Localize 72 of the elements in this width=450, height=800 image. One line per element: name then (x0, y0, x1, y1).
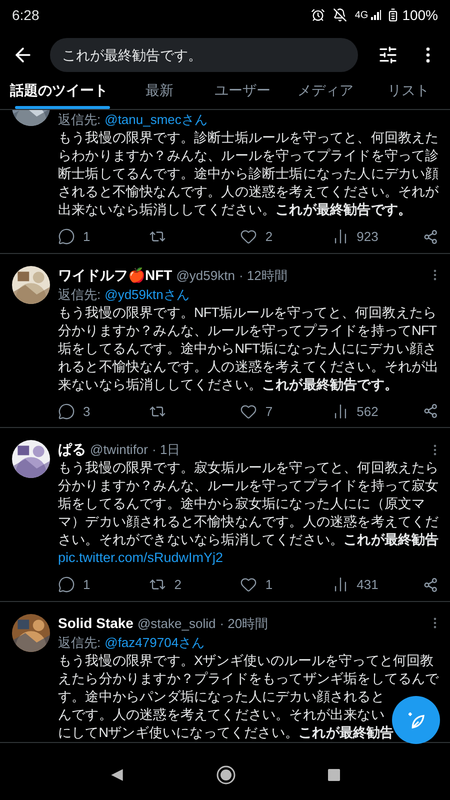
tweet-text: えたら分かりますか？プライドをもってザンギ垢をしてるんで (58, 670, 439, 688)
filter-icon[interactable] (378, 45, 398, 65)
count: 1 (83, 576, 90, 594)
author-handle: @twintifor (90, 441, 148, 459)
tweet-text: さい。それができないなら垢消してください。これが最終勧告 (58, 531, 439, 549)
tweet-text: もう我慢の限界です。寂女垢ルールを守ってと、何回教えたら (58, 459, 439, 477)
tweet-text: マ）デカい顔されると不愉快なんです。人の迷惑を考えてくだ (58, 513, 439, 531)
tweet-text: もう我慢の限界です。診断士垢ルールを守ってと、何回教えた (58, 129, 439, 147)
tweet-text: れると不愉快なんです。人の迷惑を考えてください。それが出 (58, 358, 439, 376)
share-icon[interactable] (422, 403, 438, 420)
author-name: Solid Stake (58, 614, 134, 632)
alarm-icon (310, 8, 325, 22)
tweet-text: 分かりますか？みんな、ルールを守ってプライドを持ってNFT (58, 322, 437, 340)
author-name: ワイドルフ🍎NFT (58, 266, 172, 284)
reply-label: 返信先: (58, 286, 101, 304)
author-handle: @yd59ktn (176, 266, 235, 284)
tweet-text: んです。人の迷惑を考えてください。それが出来ない (58, 706, 384, 724)
back-nav-icon[interactable] (110, 768, 124, 782)
compose-button[interactable] (392, 696, 440, 744)
author-name: ぱる (58, 440, 86, 459)
reply-icon[interactable] (58, 402, 75, 420)
tab[interactable]: 話題のツイート (0, 80, 118, 109)
post-time: · 1日 (152, 441, 180, 459)
compose-icon (406, 710, 426, 730)
tweet-text: 来ないなら垢消ししてください。これが最終勧告です。 (58, 376, 398, 394)
home-nav-icon[interactable] (216, 765, 236, 785)
tweet-text: らわかりますか？みんな、ルールを守ってプライドを守って診 (58, 147, 439, 165)
count: 7 (265, 402, 273, 420)
reply-icon[interactable] (58, 228, 75, 246)
reply-icon[interactable] (58, 576, 75, 594)
media-link[interactable]: pic.twitter.com/sRudwImYj2 (58, 549, 224, 567)
like-icon[interactable] (240, 228, 258, 246)
post-time: · 12時間 (238, 266, 288, 284)
reply-to-link[interactable]: @yd59ktnさん (104, 284, 190, 304)
reply-to-link[interactable]: @faz479704さん (104, 632, 205, 652)
post-time: · 20時間 (220, 614, 268, 632)
reply-label: 返信先: (58, 634, 101, 652)
count: 562 (356, 402, 378, 420)
count: 3 (83, 402, 90, 420)
bell-off-icon (332, 8, 347, 22)
like-icon[interactable] (240, 576, 258, 594)
tweet-text: 垢をしてるんです。途中からNFT垢になった人ににデカい顔さ (58, 340, 437, 358)
tweet-text: 分かりますか？みんな、ルールを守ってプライドを持って寂女 (58, 477, 439, 495)
count: 2 (265, 228, 273, 246)
tweet-text: す。途中からパンダ垢になった人にデカい顔されると (58, 688, 384, 706)
reply-label: 返信先: (58, 111, 101, 129)
tweet-text: 垢をしてるんです。途中から寂女垢になった人にに（原文マ (58, 495, 426, 513)
status-time: 6:28 (12, 6, 40, 24)
count: 1 (265, 576, 273, 594)
signal-icon (370, 9, 382, 21)
author-handle: @stake_solid (137, 614, 216, 632)
tweet-text: 出来ないなら垢消ししてください。これが最終勧告です。 (58, 201, 412, 219)
count: 2 (174, 576, 182, 594)
count: 923 (356, 228, 378, 246)
tweet-text: にしてNザンギ使いになってください。これが最終勧告 (58, 724, 394, 742)
tweet-text: もう我慢の限界です。Xザンギ使いのルールを守ってと何回教 (58, 652, 434, 670)
like-icon[interactable] (240, 402, 258, 420)
network-type: 4G (354, 8, 368, 22)
tab[interactable]: メディア (284, 80, 367, 109)
battery-level: 100% (402, 6, 438, 24)
tweet-text: 断士垢してるんです。途中から診断士垢になった人にデカい顔 (58, 165, 439, 183)
count: 1 (83, 228, 90, 246)
tweet-text: されると不愉快なんです。人の迷惑を考えてください。それが (58, 183, 439, 201)
share-icon[interactable] (422, 576, 438, 593)
tab[interactable]: リスト (367, 80, 450, 109)
search-field[interactable]: これが最終勧告です。 (50, 38, 358, 72)
tweet-text: もう我慢の限界です。NFT垢ルールを守ってと、何回教えたら (58, 304, 437, 322)
share-icon[interactable] (422, 228, 438, 245)
tab[interactable]: ユーザー (201, 80, 284, 109)
reply-to-link[interactable]: @tanu_smecさん (104, 110, 208, 129)
tab[interactable]: 最新 (118, 80, 201, 109)
count: 431 (356, 576, 378, 594)
